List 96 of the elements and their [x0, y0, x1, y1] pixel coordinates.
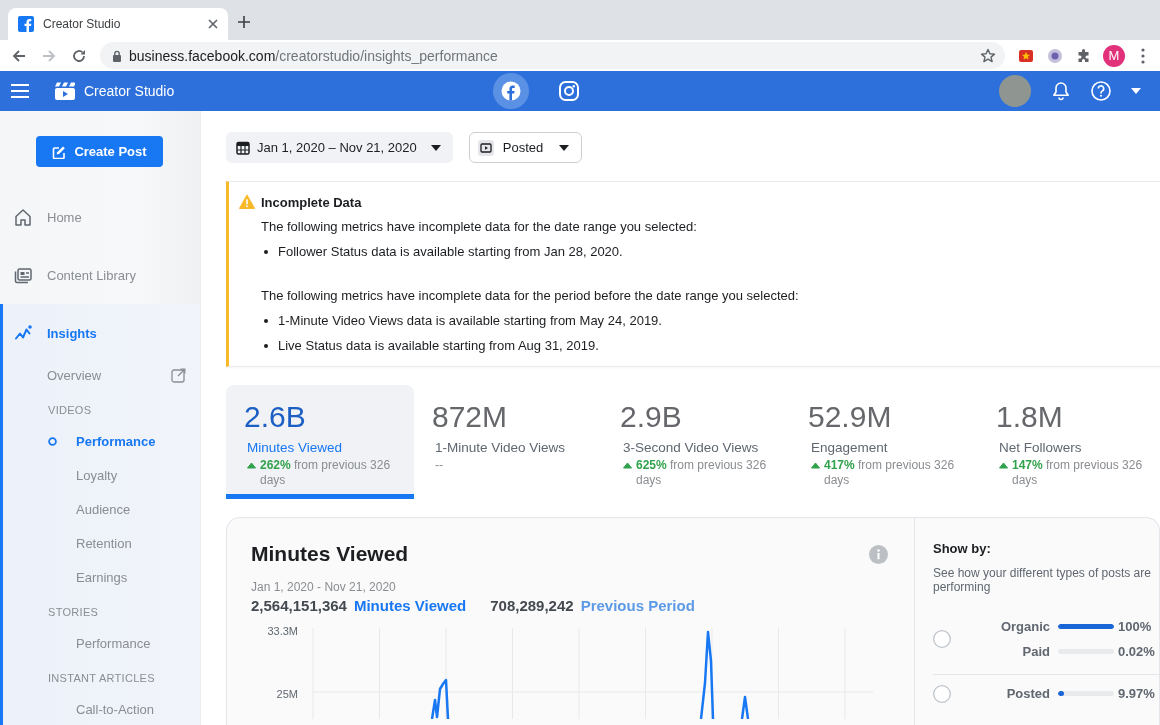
play-square-icon	[477, 139, 494, 156]
reload-icon[interactable]	[72, 48, 86, 63]
share-label: Paid	[1022, 644, 1050, 659]
metric-label: Net Followers	[998, 439, 1083, 457]
share-label: Posted	[1006, 686, 1050, 701]
alert-title: Incomplete Data	[261, 194, 362, 210]
y-axis-label: 25M	[276, 688, 298, 700]
metric-label: 3-Second Video Views	[622, 439, 760, 457]
metric-tab[interactable]: 1.8M Net Followers 147% from previous 326 days	[978, 385, 1160, 499]
share-value: 0.02%	[1117, 644, 1156, 659]
menu-icon[interactable]	[11, 84, 29, 98]
caret-icon[interactable]	[1131, 88, 1141, 94]
library-icon	[14, 266, 32, 284]
nav-subitem[interactable]: Earnings	[76, 569, 128, 585]
bullet-icon	[264, 318, 268, 323]
radio-button[interactable]	[933, 630, 951, 648]
share-label: Organic	[1000, 619, 1050, 634]
post-type-button[interactable]: Posted	[468, 132, 583, 163]
legend-series-name: Minutes Viewed	[353, 596, 467, 616]
trend-line-icon	[14, 324, 32, 342]
warning-icon	[239, 194, 255, 210]
panel-title: Show by:	[933, 540, 992, 558]
legend-total: 2,564,151,364	[251, 596, 347, 616]
close-icon[interactable]	[208, 19, 218, 29]
nav-subitem[interactable]: Loyalty	[76, 467, 118, 483]
app-title: Creator Studio	[84, 83, 175, 99]
metric-value: 1.8M	[996, 399, 1064, 435]
legend-series-name: Previous Period	[580, 596, 695, 616]
metric-change: 262% from previous 326 days	[260, 458, 392, 488]
bullet-icon	[264, 343, 268, 348]
metric-value: 2.9B	[620, 399, 683, 435]
extension-icon[interactable]	[1047, 47, 1063, 64]
alert-text: The following metrics have incomplete data for the period before the date range you selected:	[261, 287, 800, 305]
section-heading: STORIES	[48, 606, 99, 618]
nav-subitem[interactable]: Overview	[47, 367, 102, 383]
radio-button[interactable]	[933, 684, 951, 703]
metric-value: 52.9M	[808, 399, 893, 435]
caret-icon	[559, 144, 570, 151]
nav-subitem[interactable]: Call-to-Action	[76, 701, 155, 717]
address-field[interactable]: business.facebook.com/creatorstudio/insights_performance	[100, 42, 1005, 69]
chart-title: Minutes Viewed	[251, 541, 409, 567]
nav-item[interactable]: Insights	[14, 324, 97, 342]
extension-icon[interactable]	[1018, 47, 1034, 64]
metric-value: 872M	[432, 399, 509, 435]
metric-label: Minutes Viewed	[246, 439, 344, 457]
alert-list-item: Live Status data is available starting from Aug 31, 2019.	[278, 338, 599, 353]
favicon-icon	[18, 16, 34, 32]
metric-tab[interactable]: 872M 1-Minute Video Views --	[414, 385, 602, 499]
section-heading: VIDEOS	[48, 404, 92, 416]
help-icon[interactable]	[1091, 81, 1111, 101]
nav-item[interactable]: Content Library	[14, 266, 136, 284]
nav-subitem[interactable]: Performance	[76, 433, 156, 449]
star-icon[interactable]	[980, 47, 996, 64]
plus-icon[interactable]	[237, 15, 251, 29]
external-link-icon[interactable]	[171, 367, 186, 383]
create-post-button[interactable]: Create Post	[36, 136, 163, 167]
metric-change: 625% from previous 326 days	[636, 458, 768, 488]
metric-tab[interactable]: 2.9B 3-Second Video Views 625% from previous 326 days	[602, 385, 790, 499]
edit-icon	[52, 144, 67, 159]
back-arrow-icon[interactable]	[12, 48, 26, 63]
metric-tab[interactable]: 2.6B Minutes Viewed 262% from previous 326 days	[226, 385, 414, 499]
nav-item[interactable]: Home	[14, 208, 82, 226]
selected-dot-icon	[48, 436, 57, 446]
nav-subitem[interactable]: Performance	[76, 635, 151, 651]
caret-icon	[430, 144, 441, 151]
date-range-button[interactable]: Jan 1, 2020 – Nov 21, 2020	[226, 132, 453, 163]
profile-button[interactable]: M	[1103, 44, 1125, 67]
section-heading: INSTANT ARTICLES	[48, 672, 155, 684]
nav-subitem[interactable]: Audience	[76, 501, 131, 517]
clapperboard-icon	[54, 81, 76, 101]
bullet-icon	[264, 249, 268, 254]
alert-list-item: 1-Minute Video Views data is available starting from May 24, 2019.	[278, 313, 662, 328]
y-axis-label: 33.3M	[267, 625, 298, 637]
metric-value: 2.6B	[244, 399, 307, 435]
metric-change: --	[435, 458, 444, 473]
chart-date-range: Jan 1, 2020 - Nov 21, 2020	[251, 579, 397, 595]
legend-total: 708,289,242	[490, 596, 574, 616]
share-value: 100%	[1117, 619, 1153, 634]
alert-list-item: Follower Status data is available starting from Jan 28, 2020.	[278, 244, 623, 259]
share-value: 9.97%	[1117, 686, 1156, 701]
bell-icon[interactable]	[1051, 81, 1071, 101]
panel-description: See how your different types of posts are performing	[933, 566, 1152, 594]
alert-text: The following metrics have incomplete data for the date range you selected:	[261, 218, 698, 236]
lock-icon	[112, 49, 122, 62]
browser-tab[interactable]: Creator Studio	[8, 8, 228, 40]
metric-tab[interactable]: 52.9M Engagement 417% from previous 326 days	[790, 385, 978, 499]
puzzle-icon[interactable]	[1076, 47, 1092, 64]
metric-label: 1-Minute Video Views	[434, 439, 567, 457]
f-logo-icon[interactable]	[493, 73, 529, 109]
home-icon	[14, 208, 32, 226]
calendar-icon	[236, 140, 250, 155]
metric-change: 147% from previous 326 days	[1012, 458, 1144, 488]
more-menu-icon[interactable]	[1141, 47, 1145, 64]
metric-label: Engagement	[810, 439, 889, 457]
metric-change: 417% from previous 326 days	[824, 458, 956, 488]
nav-subitem[interactable]: Retention	[76, 535, 132, 551]
